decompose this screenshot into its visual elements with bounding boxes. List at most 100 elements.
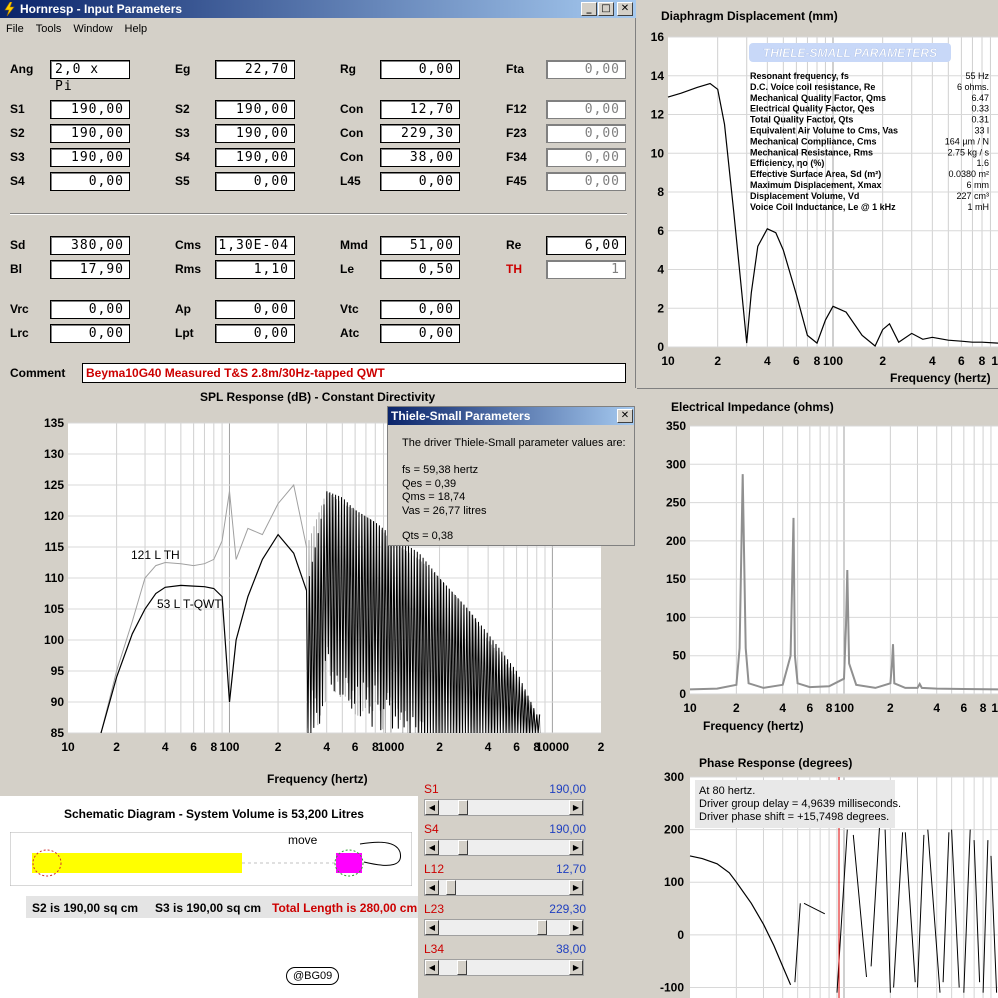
slider-right-arrow-icon[interactable]: ▶ <box>569 840 583 855</box>
move-label: move <box>288 833 318 847</box>
comment-field[interactable]: Beyma10G40 Measured T&S 2.8m/30Hz-tapped… <box>82 363 626 383</box>
le-label: Le <box>340 262 355 276</box>
pipe-section <box>32 853 242 873</box>
lrc-field[interactable]: 0,00 <box>50 324 130 343</box>
vrc-field[interactable]: 0,00 <box>50 300 130 319</box>
le-field[interactable]: 0,50 <box>380 260 460 279</box>
con23-field[interactable]: 229,30 <box>380 124 460 143</box>
imp-x-tick-label: 8 <box>826 701 833 715</box>
eg-label: Eg <box>175 62 191 76</box>
con12-field[interactable]: 12,70 <box>380 100 460 119</box>
spl-y-tick-label: 110 <box>45 571 65 585</box>
disp-y-tick-label: 2 <box>657 301 664 315</box>
l45-field[interactable]: 0,00 <box>380 172 460 191</box>
s4-field[interactable]: 0,00 <box>50 172 130 191</box>
ts-dialog-titlebar[interactable]: Thiele-Small Parameters <box>388 407 634 425</box>
schematic-diagram[interactable]: move <box>10 832 412 886</box>
menu-tools[interactable]: Tools <box>30 20 68 38</box>
slider-track[interactable] <box>424 839 584 856</box>
spl-x-tick-label: 6 <box>190 740 197 754</box>
rms-field[interactable]: 1,10 <box>215 260 295 279</box>
fta-field[interactable]: 0,00 <box>546 60 626 79</box>
slider-track[interactable] <box>424 959 584 976</box>
menu-file[interactable]: File <box>0 20 30 38</box>
maximize-button[interactable]: □ <box>598 2 614 16</box>
s2-right-label: S2 <box>175 102 190 116</box>
slider-left-arrow-icon[interactable]: ◀ <box>425 840 439 855</box>
s4-right-field[interactable]: 190,00 <box>215 148 295 167</box>
f34-field[interactable]: 0,00 <box>546 148 626 167</box>
slider-left-arrow-icon[interactable]: ◀ <box>425 800 439 815</box>
slider-left-arrow-icon[interactable]: ◀ <box>425 960 439 975</box>
con34-field[interactable]: 38,00 <box>380 148 460 167</box>
slider-thumb[interactable] <box>458 840 468 855</box>
slider-right-arrow-icon[interactable]: ▶ <box>569 800 583 815</box>
slider-track[interactable] <box>424 919 584 936</box>
s2-field[interactable]: 190,00 <box>50 124 130 143</box>
displacement-panel: Diaphragm Displacement (mm) 0 2 4 6 8 10 12 14 1… <box>637 0 998 388</box>
f12-field[interactable]: 0,00 <box>546 100 626 119</box>
ts-dialog-close-button[interactable]: ✕ <box>617 409 633 423</box>
slider-thumb[interactable] <box>457 960 467 975</box>
ts-box-title: THIELE-SMALL PARAMETERS <box>763 46 937 60</box>
impedance-panel: Electrical Impedance (ohms) 0 50 100 150 200… <box>637 388 998 748</box>
spl-y-ticks: 85 90 95 100 105 110 115 120 125 130 135 <box>44 416 64 740</box>
window-titlebar[interactable]: Hornresp - Input Parameters <box>0 0 636 18</box>
mmd-label: Mmd <box>340 238 368 252</box>
imp-y-tick-label: 250 <box>666 496 686 510</box>
re-label: Re <box>506 238 522 252</box>
s3-right-label: S3 <box>175 126 190 140</box>
ang-field[interactable]: 2,0 x Pi <box>50 60 130 94</box>
ts-row-value: 0.33 <box>971 104 989 114</box>
f23-field[interactable]: 0,00 <box>546 124 626 143</box>
vtc-field[interactable]: 0,00 <box>380 300 460 319</box>
impedance-title: Electrical Impedance (ohms) <box>671 400 834 414</box>
menu-help[interactable]: Help <box>119 20 154 38</box>
f45-field[interactable]: 0,00 <box>546 172 626 191</box>
imp-x-tick-label: 4 <box>779 701 786 715</box>
s3-field[interactable]: 190,00 <box>50 148 130 167</box>
vtc-label: Vtc <box>340 302 359 316</box>
slider-left-arrow-icon[interactable]: ◀ <box>425 920 439 935</box>
re-field[interactable]: 6,00 <box>546 236 626 255</box>
ts-row-name: Mechanical Quality Factor, Qms <box>750 93 886 103</box>
slider-left-arrow-icon[interactable]: ◀ <box>425 880 439 895</box>
slider-right-arrow-icon[interactable]: ▶ <box>569 960 583 975</box>
th-label: TH <box>506 262 522 276</box>
cms-field[interactable]: 1,30E-04 <box>215 236 295 255</box>
s3-right-field[interactable]: 190,00 <box>215 124 295 143</box>
imp-y-tick-label: 150 <box>666 572 686 586</box>
slider-right-arrow-icon[interactable]: ▶ <box>569 880 583 895</box>
sd-field[interactable]: 380,00 <box>50 236 130 255</box>
slider-right-arrow-icon[interactable]: ▶ <box>569 920 583 935</box>
ap-field[interactable]: 0,00 <box>215 300 295 319</box>
minimize-button[interactable]: _ <box>581 2 597 16</box>
s2-right-field[interactable]: 190,00 <box>215 100 295 119</box>
spl-x-tick-label: 6 <box>513 740 520 754</box>
s1-field[interactable]: 190,00 <box>50 100 130 119</box>
phase-annotation-2: Driver group delay = 4,9639 milliseconds… <box>699 798 901 810</box>
slider-thumb[interactable] <box>537 920 547 935</box>
close-button[interactable]: ✕ <box>617 2 633 16</box>
eg-field[interactable]: 22,70 <box>215 60 295 79</box>
slider-panel: S1 190,00 ◀ ▶ S4 190,00 ◀ ▶ L12 12,70 ◀ ▶ L23 229,30 ◀… <box>418 780 590 998</box>
menu-window[interactable]: Window <box>67 20 118 38</box>
rg-field[interactable]: 0,00 <box>380 60 460 79</box>
bl-field[interactable]: 17,90 <box>50 260 130 279</box>
s5-field[interactable]: 0,00 <box>215 172 295 191</box>
spl-y-tick-label: 85 <box>51 726 65 740</box>
spl-label-qwt: 53 L T-QWT <box>157 597 222 611</box>
th-field[interactable]: 1 <box>546 260 626 279</box>
ts-dialog: Thiele-Small Parameters ✕ The driver Thi… <box>387 406 635 546</box>
lpt-field[interactable]: 0,00 <box>215 324 295 343</box>
driver-position[interactable] <box>336 853 362 873</box>
spl-x-tick-label: 10 <box>61 740 75 754</box>
displacement-xlabel: Frequency (hertz) <box>890 371 991 385</box>
slider-thumb[interactable] <box>446 880 456 895</box>
mmd-field[interactable]: 51,00 <box>380 236 460 255</box>
spl-x-tick-label: 2 <box>436 740 443 754</box>
atc-field[interactable]: 0,00 <box>380 324 460 343</box>
slider-track[interactable] <box>424 799 584 816</box>
imp-y-tick-label: 50 <box>673 649 687 663</box>
slider-thumb[interactable] <box>458 800 468 815</box>
